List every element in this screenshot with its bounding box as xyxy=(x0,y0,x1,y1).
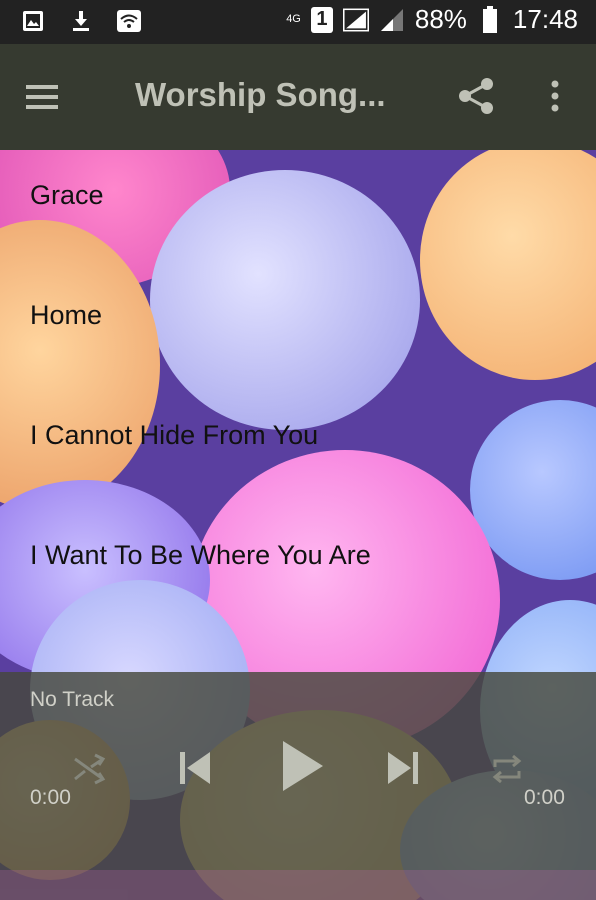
list-item[interactable]: I Want To Be Where You Are xyxy=(0,510,596,630)
menu-button[interactable] xyxy=(22,78,66,116)
image-icon xyxy=(20,8,46,34)
wifi-icon xyxy=(116,8,142,34)
elapsed-time: 0:00 xyxy=(30,786,71,809)
repeat-icon xyxy=(492,754,522,784)
share-button[interactable] xyxy=(455,74,499,118)
next-button[interactable] xyxy=(380,744,428,792)
song-title: I Cannot Hide From You xyxy=(30,420,319,450)
previous-icon xyxy=(180,752,210,784)
page-title: Worship Song... xyxy=(135,76,386,113)
song-title: Grace xyxy=(30,180,104,210)
song-title: I Want To Be Where You Are xyxy=(30,540,371,570)
signal-icon-2 xyxy=(379,7,405,33)
play-icon xyxy=(283,741,323,791)
list-item[interactable]: Grace xyxy=(0,150,596,270)
signal-icon xyxy=(342,7,369,33)
play-button[interactable] xyxy=(274,736,330,796)
track-title: No Track xyxy=(30,688,115,711)
previous-button[interactable] xyxy=(170,744,218,792)
shuffle-icon xyxy=(74,753,106,785)
more-options-button[interactable] xyxy=(540,74,570,118)
music-player: No Track 0:00 0:00 xyxy=(0,672,596,900)
list-item[interactable]: Home xyxy=(0,270,596,390)
menu-icon xyxy=(26,85,58,109)
more-vert-icon xyxy=(551,80,559,112)
song-title: Home xyxy=(30,300,103,330)
status-bar: 4G 1 88% 17:48 xyxy=(0,0,596,44)
app-bar: Worship Song... xyxy=(0,44,596,150)
battery-icon xyxy=(477,5,503,33)
song-list: Grace Home I Cannot Hide From You I Want… xyxy=(0,150,596,630)
list-item[interactable]: I Cannot Hide From You xyxy=(0,390,596,510)
next-icon xyxy=(388,752,418,784)
share-icon xyxy=(459,78,493,114)
repeat-button[interactable] xyxy=(486,748,528,790)
battery-percent: 88% xyxy=(414,4,467,34)
network-type: 4G xyxy=(286,13,301,25)
download-icon xyxy=(68,8,94,34)
sim-indicator: 1 xyxy=(310,6,333,33)
bottom-edge xyxy=(0,870,596,900)
clock: 17:48 xyxy=(512,4,578,34)
shuffle-button[interactable] xyxy=(68,748,110,790)
duration-time: 0:00 xyxy=(524,786,565,809)
